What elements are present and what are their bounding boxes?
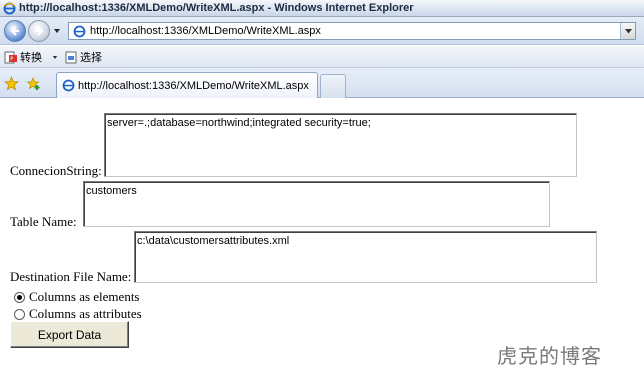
navigation-bar (0, 17, 644, 45)
svg-text:P: P (10, 57, 13, 63)
back-arrow-icon (10, 26, 19, 36)
convert-dropdown-button[interactable] (52, 49, 60, 65)
tab-writexml[interactable]: http://localhost:1336/XMLDemo/WriteXML.a… (56, 72, 318, 98)
columns-as-attributes-option[interactable]: Columns as attributes (14, 306, 142, 322)
columns-as-attributes-radio[interactable] (14, 308, 25, 320)
destination-file-input[interactable]: c:\data\customersattributes.xml (134, 231, 597, 283)
ie-page-icon (73, 25, 86, 37)
convert-icon: P (4, 51, 17, 64)
convert-button[interactable]: P 转换 (4, 49, 42, 65)
tab-label: http://localhost:1336/XMLDemo/WriteXML.a… (78, 79, 309, 92)
select-button[interactable]: 选择 (64, 49, 102, 65)
columns-as-elements-label: Columns as elements (29, 289, 140, 304)
convert-label: 转换 (20, 52, 42, 64)
connection-string-input[interactable]: server=.;database=northwind;integrated s… (104, 113, 577, 177)
forward-button[interactable] (28, 20, 50, 42)
address-input[interactable] (90, 24, 610, 38)
recent-pages-dropdown-icon[interactable] (53, 27, 61, 35)
ie-page-icon (62, 79, 75, 92)
address-dropdown-button[interactable] (620, 23, 635, 39)
columns-as-elements-option[interactable]: Columns as elements (14, 289, 140, 305)
chevron-down-icon (52, 55, 58, 59)
window-title-bar: http://localhost:1336/XMLDemo/WriteXML.a… (0, 0, 644, 17)
export-data-button[interactable]: Export Data (10, 321, 129, 348)
window-title: http://localhost:1336/XMLDemo/WriteXML.a… (19, 2, 414, 14)
back-button[interactable] (4, 20, 26, 42)
ie-logo-icon (3, 2, 16, 14)
columns-as-attributes-label: Columns as attributes (29, 306, 142, 321)
connection-string-label: ConnecionString: (10, 163, 102, 178)
select-icon (65, 51, 77, 64)
table-name-input[interactable]: customers (83, 181, 550, 227)
add-favorites-icon[interactable] (26, 76, 41, 91)
favorites-star-icon[interactable] (4, 76, 19, 91)
links-toolbar: P 转换 选择 (0, 46, 644, 68)
tab-bar: http://localhost:1336/XMLDemo/WriteXML.a… (0, 68, 644, 98)
destination-file-label: Destination File Name: (10, 269, 132, 284)
forward-arrow-icon (35, 26, 44, 36)
columns-as-elements-radio[interactable] (14, 291, 25, 303)
new-tab-button[interactable] (320, 74, 346, 98)
select-label: 选择 (80, 52, 102, 64)
table-name-label: Table Name: (10, 214, 77, 229)
chevron-down-icon (624, 28, 632, 33)
address-bar[interactable] (68, 22, 636, 40)
page-content: ConnecionString: server=.;database=north… (0, 99, 644, 377)
blog-watermark: 虎克的博客 (497, 344, 602, 368)
